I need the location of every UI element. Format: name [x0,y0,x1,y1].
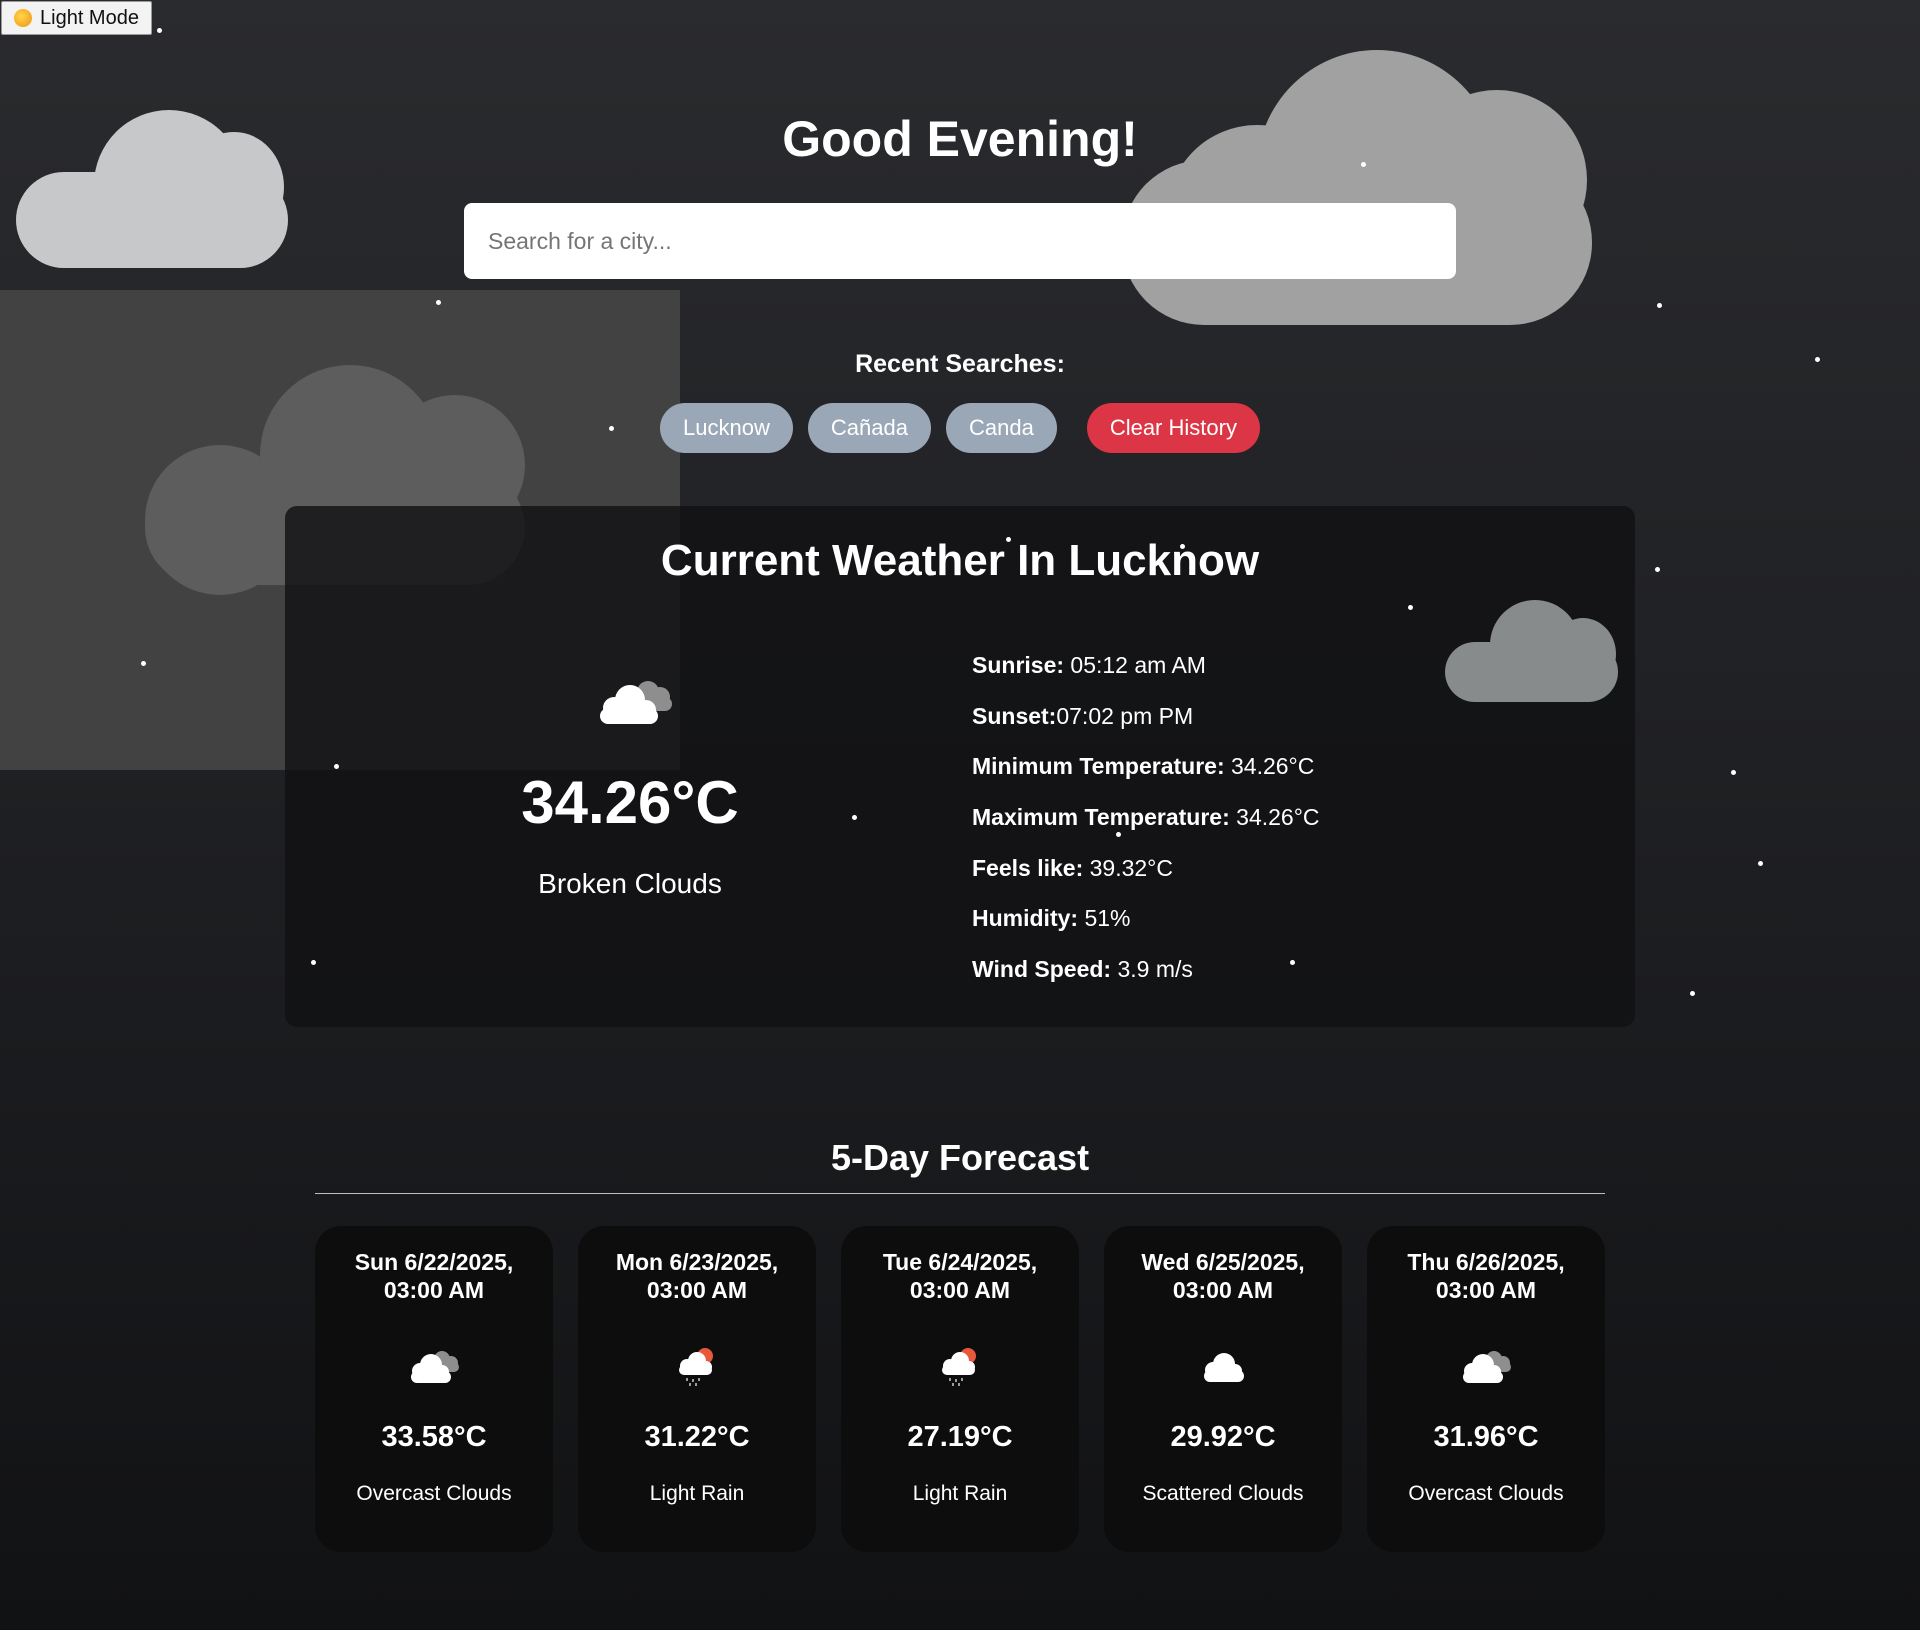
star [436,300,441,305]
detail-min-temperature: Minimum Temperature: 34.26°C [972,753,1315,780]
current-weather-title: Current Weather In Lucknow [660,536,1260,585]
star [1731,770,1736,775]
overcast-clouds-icon [1463,1351,1511,1383]
recent-search-canda[interactable]: Canda [945,403,1057,453]
forecast-card: Mon 6/23/2025, 03:00 AM 31.22°C Light Ra… [578,1226,816,1552]
forecast-list: Sun 6/22/2025, 03:00 AM 33.58°C Overcast… [315,1226,1605,1552]
detail-sunrise: Sunrise: 05:12 am AM [972,652,1206,678]
star [1690,991,1695,996]
forecast-description: Light Rain [912,1482,1008,1505]
current-temperature: 34.26°C [521,769,739,836]
detail-wind-speed: Wind Speed: 3.9 m/s [972,956,1193,983]
current-weather-card: Current Weather In Lucknow 34.26°C Broke… [285,506,1635,1027]
star [1657,303,1662,308]
star [141,661,146,666]
detail-feels-like: Feels like: 39.32°C [972,854,1173,881]
forecast-temperature: 27.19°C [907,1421,1013,1453]
light-rain-icon [679,1348,713,1386]
forecast-description: Scattered Clouds [1142,1482,1304,1505]
forecast-card: Wed 6/25/2025, 03:00 AM 29.92°C Scattere… [1104,1226,1342,1552]
city-search-input[interactable] [464,203,1456,279]
forecast-card: Sun 6/22/2025, 03:00 AM 33.58°C Overcast… [315,1226,553,1552]
forecast-date: Tue 6/24/2025, 03:00 AM [882,1249,1038,1303]
star [157,28,162,33]
detail-humidity: Humidity: 51% [972,905,1131,932]
current-weather-description: Broken Clouds [538,868,722,899]
light-rain-icon [942,1348,976,1386]
light-mode-toggle-button[interactable]: Light Mode [1,1,152,35]
star [1655,567,1660,572]
forecast-card: Thu 6/26/2025, 03:00 AM 31.96°C Overcast… [1367,1226,1605,1552]
forecast-card: Tue 6/24/2025, 03:00 AM 27.19°C Light Ra… [841,1226,1079,1552]
forecast-date: Thu 6/26/2025, 03:00 AM [1407,1249,1565,1303]
scattered-clouds-icon [1204,1353,1244,1382]
forecast-description: Overcast Clouds [356,1482,512,1505]
greeting-heading: Good Evening! [782,111,1138,167]
forecast-temperature: 31.96°C [1433,1421,1539,1453]
forecast-date: Mon 6/23/2025, 03:00 AM [615,1249,779,1303]
overcast-clouds-icon [411,1351,459,1383]
recent-search-lucknow[interactable]: Lucknow [660,403,793,453]
forecast-temperature: 29.92°C [1170,1421,1276,1453]
forecast-temperature: 33.58°C [381,1421,487,1453]
forecast-date: Sun 6/22/2025, 03:00 AM [354,1249,514,1303]
weather-details-list: Sunrise: 05:12 am AM Sunset:07:02 pm PM … [972,640,1320,995]
forecast-temperature: 31.22°C [644,1421,750,1453]
star [1758,861,1763,866]
clear-history-button[interactable]: Clear History [1086,403,1260,453]
recent-searches-list: Lucknow Cañada Canda Clear History [0,403,1920,453]
forecast-description: Overcast Clouds [1408,1482,1564,1505]
detail-max-temperature: Maximum Temperature: 34.26°C [972,804,1320,831]
light-mode-toggle-label: Light Mode [40,6,139,29]
forecast-description: Light Rain [649,1482,745,1505]
forecast-divider [315,1193,1605,1194]
broken-clouds-icon [600,681,672,724]
detail-sunset: Sunset:07:02 pm PM [972,702,1194,729]
forecast-title: 5-Day Forecast [830,1137,1090,1178]
recent-search-canada[interactable]: Cañada [807,403,931,453]
forecast-date: Wed 6/25/2025, 03:00 AM [1141,1249,1305,1303]
sun-icon [14,9,32,27]
recent-searches-title: Recent Searches: [855,350,1065,378]
background-cloud [1122,50,1592,325]
